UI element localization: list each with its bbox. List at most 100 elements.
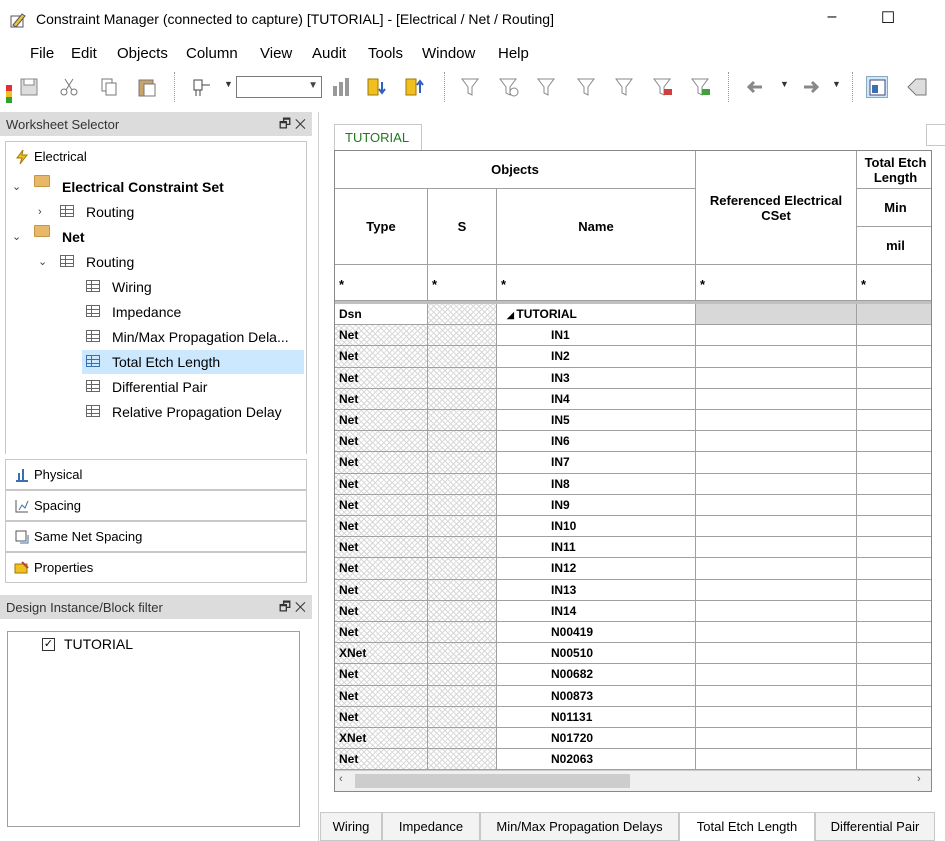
table-row[interactable]: Net IN1: [335, 325, 931, 347]
cell-ref-cset[interactable]: [696, 579, 857, 601]
cell-name[interactable]: IN12: [497, 558, 696, 580]
cell-ref-cset[interactable]: [696, 664, 857, 686]
tab-physical[interactable]: Physical: [5, 459, 307, 490]
cell-name[interactable]: N01720: [497, 728, 696, 750]
cell-name[interactable]: N00510: [497, 643, 696, 665]
cell-s[interactable]: [428, 452, 497, 474]
cell-name[interactable]: IN3: [497, 367, 696, 389]
header-type[interactable]: Type: [335, 189, 428, 265]
cell-type[interactable]: Net: [335, 579, 428, 601]
cell-s[interactable]: [428, 622, 497, 644]
cell-type[interactable]: Net: [335, 685, 428, 707]
cell-s[interactable]: [428, 431, 497, 453]
cell-ref-cset[interactable]: [696, 728, 857, 750]
chevron-down-icon[interactable]: ▼: [780, 79, 789, 89]
table-row[interactable]: Net N01131: [335, 706, 931, 728]
cell-name[interactable]: N00419: [497, 622, 696, 644]
cell-type[interactable]: Net: [335, 410, 428, 432]
filter-highlight-icon[interactable]: [652, 76, 674, 98]
menu-column[interactable]: Column: [186, 45, 238, 62]
cell-type[interactable]: Net: [335, 749, 428, 771]
header-s[interactable]: S: [428, 189, 497, 265]
cell-ref-cset[interactable]: [696, 494, 857, 516]
worksheet-min-max-propagation[interactable]: Min/Max Propagation Dela...: [82, 325, 304, 349]
table-row[interactable]: Net IN13: [335, 579, 931, 601]
chevron-right-icon[interactable]: ›: [38, 200, 50, 224]
move-down-icon[interactable]: [366, 76, 388, 98]
expand-triangle-icon[interactable]: ◢: [507, 310, 516, 320]
scroll-right-icon[interactable]: ›: [917, 773, 921, 785]
cell-ref-cset[interactable]: [696, 622, 857, 644]
cell-name[interactable]: N02063: [497, 749, 696, 771]
cell-s[interactable]: [428, 325, 497, 347]
cell-ref-cset[interactable]: [696, 452, 857, 474]
cell-ref-cset[interactable]: [696, 600, 857, 622]
table-row[interactable]: Net IN9: [335, 494, 931, 516]
forward-arrow-icon[interactable]: [800, 76, 822, 98]
splitter[interactable]: [318, 112, 319, 841]
table-row[interactable]: Net IN3: [335, 367, 931, 389]
chevron-down-icon[interactable]: ⌄: [12, 225, 24, 249]
cell-min[interactable]: [857, 389, 931, 410]
cell-name[interactable]: IN1: [497, 325, 696, 347]
cell-type[interactable]: Net: [335, 622, 428, 644]
tab-properties[interactable]: Properties: [5, 552, 307, 583]
cell-ref-cset[interactable]: [696, 516, 857, 538]
cell-type[interactable]: Net: [335, 537, 428, 559]
menu-window[interactable]: Window: [422, 45, 475, 62]
cell-ref-cset[interactable]: [696, 706, 857, 728]
table-row[interactable]: Net N00682: [335, 664, 931, 686]
net-tool-icon[interactable]: [190, 76, 212, 98]
cell-min[interactable]: [857, 346, 931, 368]
cell-s[interactable]: [428, 346, 497, 368]
cell-type[interactable]: XNet: [335, 728, 428, 750]
filter-clear-icon[interactable]: [498, 76, 520, 98]
filter-tree-icon[interactable]: [576, 76, 598, 98]
cell-type[interactable]: Net: [335, 558, 428, 580]
cell-min[interactable]: [857, 643, 931, 665]
cell-min[interactable]: [857, 749, 931, 771]
cell-type[interactable]: XNet: [335, 643, 428, 665]
cell-min[interactable]: [857, 537, 931, 559]
cell-name[interactable]: N00682: [497, 664, 696, 686]
paste-icon[interactable]: [136, 76, 158, 98]
table-row[interactable]: Net IN2: [335, 346, 931, 368]
worksheet-total-etch-length[interactable]: Total Etch Length: [82, 350, 304, 374]
worksheet-impedance[interactable]: Impedance: [82, 300, 304, 324]
filter-name[interactable]: *: [497, 265, 696, 301]
header-min[interactable]: Min: [857, 189, 931, 227]
cell-type[interactable]: Net: [335, 516, 428, 538]
scrollbar-thumb[interactable]: [355, 774, 630, 788]
table-row[interactable]: Net IN10: [335, 516, 931, 538]
filter-settings-icon[interactable]: [614, 76, 636, 98]
menu-audit[interactable]: Audit: [312, 45, 346, 62]
menu-tools[interactable]: Tools: [368, 45, 403, 62]
cell-ref-cset[interactable]: [696, 346, 857, 368]
cell-s[interactable]: [428, 367, 497, 389]
float-icon[interactable]: 🗗: [279, 116, 291, 131]
cell-type[interactable]: Net: [335, 346, 428, 368]
cell-type[interactable]: Net: [335, 664, 428, 686]
worksheet-wiring[interactable]: Wiring: [82, 275, 304, 299]
scroll-left-icon[interactable]: ‹: [339, 773, 343, 785]
cut-icon[interactable]: [58, 76, 80, 98]
bottom-tab-impedance[interactable]: Impedance: [382, 812, 480, 841]
filter-select-icon[interactable]: [536, 76, 558, 98]
cell-min[interactable]: [857, 601, 931, 622]
cell-s[interactable]: [428, 728, 497, 750]
cell-name[interactable]: IN8: [497, 473, 696, 495]
header-referenced-cset[interactable]: Referenced Electrical CSet: [696, 151, 857, 265]
cell-min[interactable]: [857, 558, 931, 580]
chevron-down-icon[interactable]: ⌄: [12, 175, 24, 199]
cell-name[interactable]: IN7: [497, 452, 696, 474]
tab-spacing[interactable]: Spacing: [5, 490, 307, 521]
cell-type[interactable]: Net: [335, 367, 428, 389]
close-icon[interactable]: ✕: [295, 599, 306, 614]
bottom-tab-wiring[interactable]: Wiring: [320, 812, 382, 841]
close-icon[interactable]: ✕: [295, 116, 306, 131]
cell-type[interactable]: Dsn: [335, 304, 428, 326]
cell-ref-cset[interactable]: [696, 685, 857, 707]
chart-icon[interactable]: [330, 76, 352, 98]
cell-s[interactable]: [428, 558, 497, 580]
cell-min[interactable]: [857, 304, 931, 326]
